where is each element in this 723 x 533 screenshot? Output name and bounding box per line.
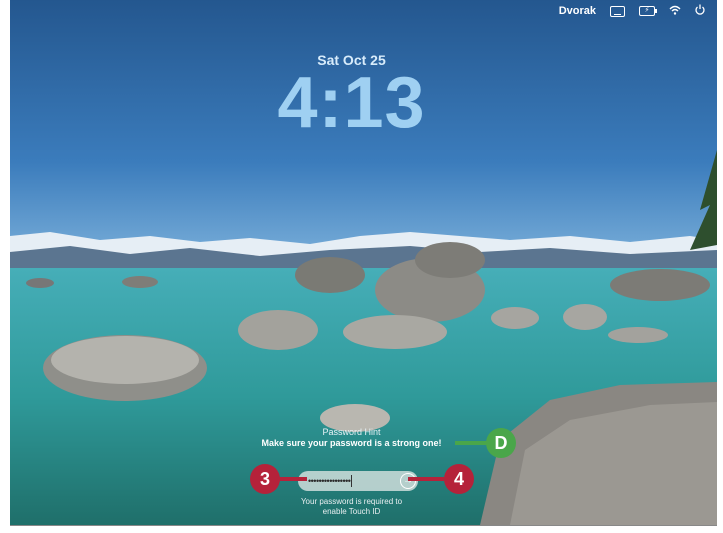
callout-4-leader	[408, 477, 444, 481]
callout-4: 4	[444, 464, 474, 494]
touchid-note-line1: Your password is required to	[300, 497, 403, 506]
password-hint-text: Make sure your password is a strong one!	[261, 438, 442, 448]
lock-time: 4:13	[277, 63, 426, 143]
password-hint-title: Password Hint	[322, 427, 381, 437]
keyboard-icon[interactable]	[610, 5, 625, 17]
battery-icon[interactable]: ⚡	[639, 6, 657, 16]
text-caret	[351, 475, 353, 487]
touchid-note: Your password is required to enable Touc…	[0, 497, 713, 517]
password-dots: ••••••••••••••••	[308, 476, 351, 486]
wifi-icon[interactable]	[669, 5, 681, 18]
callout-d: D	[486, 428, 516, 458]
menu-bar: Dvorak ⚡	[485, 0, 717, 22]
callout-3: 3	[250, 464, 280, 494]
callout-d-leader	[455, 441, 490, 445]
submit-arrow-icon[interactable]: →	[400, 473, 416, 489]
input-source-label[interactable]: Dvorak	[559, 5, 596, 17]
password-field[interactable]: •••••••••••••••• →	[298, 471, 418, 491]
power-icon[interactable]	[695, 4, 705, 18]
touchid-note-line2: enable Touch ID	[322, 507, 381, 516]
callout-3-leader	[277, 477, 307, 481]
